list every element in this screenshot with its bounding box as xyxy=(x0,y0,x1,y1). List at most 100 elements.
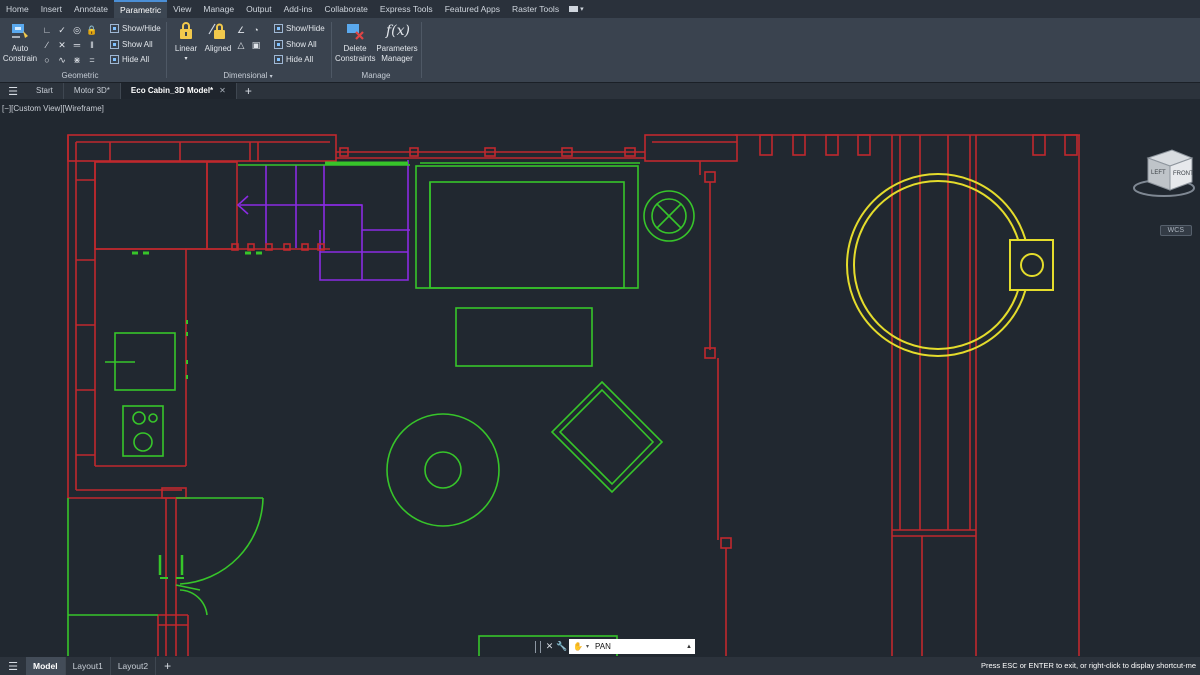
wcs-menu[interactable]: WCS xyxy=(1159,225,1192,236)
show-hide-icon xyxy=(110,24,119,33)
chevron-down-icon[interactable]: ▾ xyxy=(586,643,589,650)
angular-icon[interactable]: ∠ xyxy=(235,25,247,35)
parameters-label-1: Parameters xyxy=(376,44,418,53)
show-hide-icon xyxy=(274,24,283,33)
aligned-dimension-icon xyxy=(207,20,229,42)
viewcube[interactable]: LEFT FRONT xyxy=(1126,148,1196,208)
aligned-button[interactable]: Aligned xyxy=(202,20,234,54)
linear-button[interactable]: Linear ▾ xyxy=(171,20,201,64)
manage-panel: Delete Constraints f(x) Parameters Manag… xyxy=(333,18,419,82)
delete-label-1: Delete xyxy=(343,44,367,53)
viewport-controls-label[interactable]: [−][Custom View][Wireframe] xyxy=(2,104,104,113)
parameters-manager-button[interactable]: f(x) Parameters Manager xyxy=(375,20,419,64)
hide-all-icon xyxy=(274,55,283,64)
perpendicular-icon[interactable]: ✕ xyxy=(56,40,68,50)
radius-icon[interactable]: ◔ xyxy=(250,25,262,35)
close-icon[interactable]: ✕ xyxy=(544,641,555,652)
geometric-show-all-button[interactable]: Show All xyxy=(110,40,153,49)
concentric-icon[interactable]: ◎ xyxy=(71,25,83,35)
convert-icon[interactable]: ▣ xyxy=(250,40,262,50)
layout-tab-layout1[interactable]: Layout1 xyxy=(66,657,111,675)
tab-home[interactable]: Home xyxy=(0,0,35,18)
coincident-icon[interactable]: ∟ xyxy=(41,25,53,35)
linear-dimension-icon xyxy=(175,20,197,42)
chevron-down-icon: ▾ xyxy=(184,56,188,62)
tab-featured-apps[interactable]: Featured Apps xyxy=(439,0,506,18)
symmetric-icon[interactable]: ⋇ xyxy=(71,55,83,65)
file-tab-eco-cabin[interactable]: Eco Cabin_3D Model* ✕ xyxy=(120,83,237,99)
tangent-icon[interactable]: ○ xyxy=(41,55,53,65)
file-tab-motor-3d[interactable]: Motor 3D* xyxy=(64,83,121,99)
close-icon[interactable]: ✕ xyxy=(219,86,226,95)
drawing-viewport[interactable]: [−][Custom View][Wireframe] LEFT FRONT W… xyxy=(0,100,1200,656)
linear-label: Linear xyxy=(174,44,198,53)
walls-left xyxy=(67,134,1080,656)
equal-icon[interactable]: = xyxy=(86,55,98,65)
command-input[interactable]: ✋ ▾ PAN ▲ xyxy=(569,639,695,654)
dimensional-show-all-button[interactable]: Show All xyxy=(274,40,317,49)
panel-divider xyxy=(331,22,332,78)
auto-constrain-button[interactable]: Auto Constrain xyxy=(2,20,38,64)
tab-collaborate[interactable]: Collaborate xyxy=(318,0,373,18)
viewcube-left-label[interactable]: LEFT xyxy=(1151,170,1166,176)
function-icon: f(x) xyxy=(386,23,411,39)
file-tab-start[interactable]: Start xyxy=(26,83,64,99)
stairs xyxy=(236,160,410,281)
layout-tab-layout2[interactable]: Layout2 xyxy=(111,657,157,675)
auto-constrain-label-2: Constrain xyxy=(2,54,38,63)
tab-manage[interactable]: Manage xyxy=(197,0,240,18)
dimensional-show-hide-button[interactable]: Show/Hide xyxy=(274,24,325,33)
geometric-show-hide-button[interactable]: Show/Hide xyxy=(110,24,161,33)
tab-view[interactable]: View xyxy=(167,0,197,18)
floor-plan-drawing[interactable] xyxy=(0,100,1200,656)
fix-icon[interactable]: 🔒 xyxy=(86,25,98,35)
tab-raster-tools[interactable]: Raster Tools xyxy=(506,0,565,18)
drag-handle[interactable] xyxy=(535,640,541,653)
file-tab-eco-cabin-label: Eco Cabin_3D Model* xyxy=(130,86,214,95)
delete-constraints-button[interactable]: Delete Constraints xyxy=(335,20,375,64)
horizontal-icon[interactable]: ═ xyxy=(71,40,83,50)
hand-icon: ✋ xyxy=(573,642,583,651)
dimensional-panel-title[interactable]: Dimensional ▾ xyxy=(168,71,328,80)
auto-constrain-icon xyxy=(9,20,31,42)
chevron-up-icon[interactable]: ▲ xyxy=(686,644,692,650)
smooth-icon[interactable]: ∿ xyxy=(56,55,68,65)
hamburger-menu-icon[interactable]: ☰ xyxy=(0,660,26,673)
round-table-yellow xyxy=(846,173,1054,357)
dimensional-hide-all-button[interactable]: Hide All xyxy=(274,55,313,64)
command-text: PAN xyxy=(594,642,611,651)
geometric-panel-title[interactable]: Geometric xyxy=(0,71,160,80)
new-layout-plus-icon[interactable]: + xyxy=(156,659,179,673)
geometric-panel: Auto Constrain ∟ ✓ ◎ 🔒 ∕ ✕ ═ ‖ ○ ∿ ⋇ = S… xyxy=(0,18,161,82)
geometric-hide-all-label: Hide All xyxy=(122,55,150,64)
file-tab-bar: ☰ Start Motor 3D* Eco Cabin_3D Model* ✕ + xyxy=(0,83,1200,99)
manage-panel-title[interactable]: Manage xyxy=(333,71,419,80)
wrench-icon[interactable]: 🔧 xyxy=(555,641,569,652)
panel-divider xyxy=(166,22,167,78)
dimensional-title-text: Dimensional xyxy=(223,71,268,80)
ribbon-options-dropdown[interactable]: ▾ xyxy=(569,5,587,13)
show-all-icon xyxy=(274,40,283,49)
geometric-show-hide-label: Show/Hide xyxy=(122,24,161,33)
tab-annotate[interactable]: Annotate xyxy=(68,0,114,18)
geometric-hide-all-button[interactable]: Hide All xyxy=(110,55,149,64)
vertical-icon[interactable]: ‖ xyxy=(86,40,98,50)
collinear-icon[interactable]: ✓ xyxy=(56,25,68,35)
diameter-icon[interactable]: △ xyxy=(235,40,247,50)
dimensional-show-all-label: Show All xyxy=(286,40,317,49)
panel-toggle-icon xyxy=(569,6,579,12)
tab-express-tools[interactable]: Express Tools xyxy=(374,0,439,18)
new-tab-plus-icon[interactable]: + xyxy=(237,84,260,98)
viewcube-front-label[interactable]: FRONT xyxy=(1173,171,1194,177)
tab-insert[interactable]: Insert xyxy=(35,0,68,18)
geometric-show-all-label: Show All xyxy=(122,40,153,49)
delete-constraints-icon xyxy=(344,20,366,42)
parameters-label-2: Manager xyxy=(381,54,413,63)
tab-add-ins[interactable]: Add-ins xyxy=(278,0,319,18)
tab-output[interactable]: Output xyxy=(240,0,278,18)
tab-parametric[interactable]: Parametric xyxy=(113,0,168,18)
parallel-icon[interactable]: ∕ xyxy=(41,40,53,50)
dimensional-hide-all-label: Hide All xyxy=(286,55,314,64)
hamburger-menu-icon[interactable]: ☰ xyxy=(0,85,26,98)
layout-tab-model[interactable]: Model xyxy=(26,657,66,675)
